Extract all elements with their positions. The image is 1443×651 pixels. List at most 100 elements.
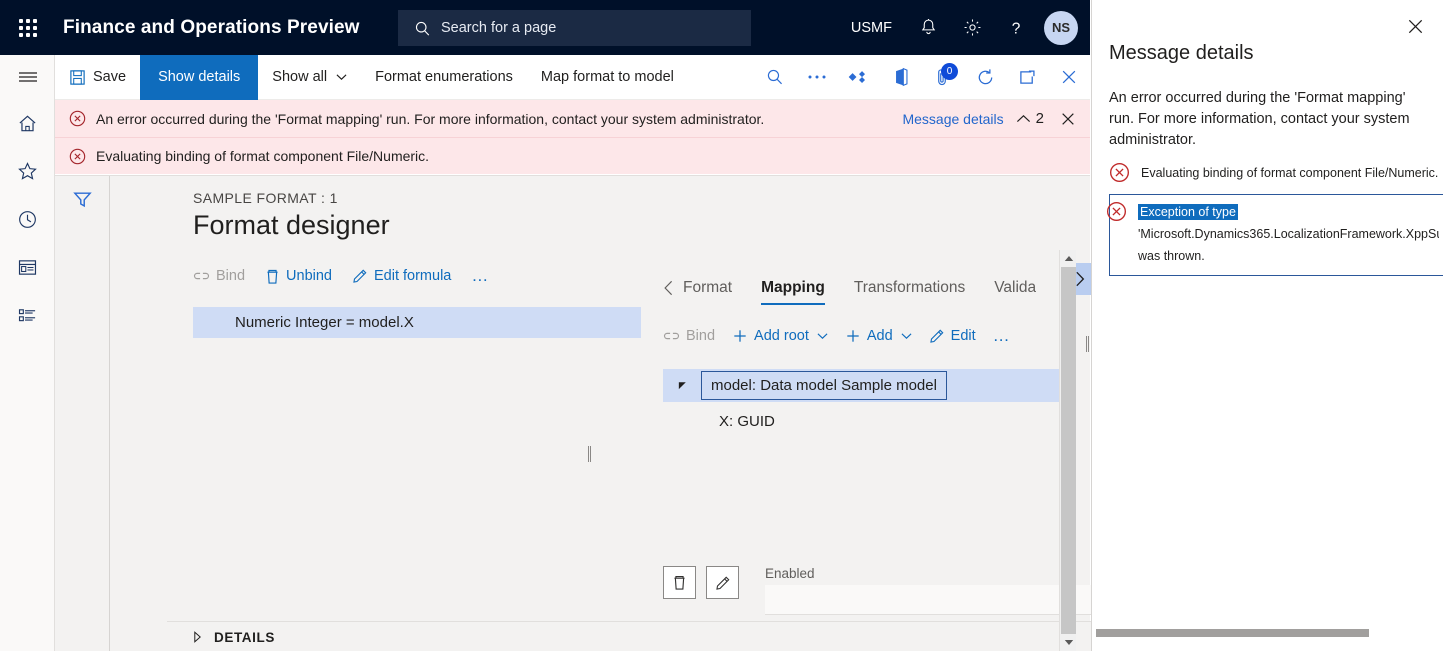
bind-button[interactable]: Bind [193,268,245,284]
sidebar-item-recent[interactable] [0,195,55,243]
search-placeholder-text: Search for a page [441,20,556,36]
edit-label: Edit [951,328,976,344]
settings-gear-icon[interactable] [950,0,994,55]
avatar[interactable]: NS [1044,11,1078,45]
details-section-header[interactable]: DETAILS [167,621,1146,651]
add-button[interactable]: Add [845,328,912,344]
trash-icon [265,268,280,285]
sidebar-item-hamburger[interactable] [0,55,55,99]
error-circle-icon [1106,201,1127,227]
search-input[interactable]: Search for a page [398,10,751,46]
edit-field-button[interactable] [706,566,739,599]
notifications-bell-icon[interactable] [906,0,950,55]
pencil-icon [352,268,368,284]
format-enumerations-label: Format enumerations [375,69,513,85]
message-details-flyout: Message details An error occurred during… [1091,0,1443,651]
link-icon [193,270,210,282]
save-button[interactable]: Save [55,55,140,100]
relate-icon[interactable] [838,55,880,100]
company-selector[interactable]: USMF [837,0,906,55]
flyout-message-text: Evaluating binding of format component F… [1141,162,1438,184]
show-details-button[interactable]: Show details [140,55,258,100]
message-count: 2 [1036,110,1044,127]
flyout-scrollbar-thumb[interactable] [1096,629,1369,637]
sidebar-item-modules[interactable] [0,291,55,339]
add-root-label: Add root [754,328,809,344]
search-icon [414,20,431,37]
close-icon[interactable] [1048,55,1090,100]
tab-back-format[interactable]: Format [663,279,732,305]
message-text-primary: An error occurred during the 'Format map… [96,111,764,127]
show-all-label: Show all [272,69,327,85]
flyout-close-icon[interactable] [1399,10,1431,42]
map-format-to-model-label: Map format to model [541,69,674,85]
refresh-icon[interactable] [964,55,1006,100]
enabled-field-wrapper: Enabled [765,566,1093,615]
message-text-secondary: Evaluating binding of format component F… [96,148,429,164]
attachment-icon[interactable]: 0 [922,55,964,100]
format-enumerations-button[interactable]: Format enumerations [361,55,527,100]
format-tree-pane: Bind Unbind Edit formula … Numeric Integ… [193,261,643,338]
enabled-field-input[interactable] [765,585,1093,615]
scrollbar-thumb[interactable] [1061,267,1076,634]
error-circle-icon [1109,162,1130,188]
add-root-button[interactable]: Add root [732,328,828,344]
sidebar-item-home[interactable] [0,99,55,147]
edit-formula-button[interactable]: Edit formula [352,268,451,284]
mapping-overflow-icon[interactable]: … [993,326,1012,346]
format-tree-overflow-icon[interactable]: … [471,266,490,286]
flyout-message-item-selected[interactable]: Exception of type 'Microsoft.Dynamics365… [1109,194,1443,276]
details-section-label: DETAILS [214,630,275,645]
flyout-horizontal-scrollbar[interactable] [1096,629,1436,637]
flyout-title: Message details [1109,42,1254,65]
filter-strip [55,176,110,651]
top-navigation-bar: Finance and Operations Preview Search fo… [0,0,1090,55]
mapping-bind-button[interactable]: Bind [663,328,715,344]
tab-mapping[interactable]: Mapping [761,279,825,305]
office-icon[interactable] [880,55,922,100]
app-launcher-icon[interactable] [0,0,55,55]
scroll-up-icon[interactable] [1060,250,1077,267]
plus-icon [732,328,748,344]
enabled-field-label: Enabled [765,566,1093,581]
flyout-message-list: Evaluating binding of format component F… [1109,158,1443,276]
main-vertical-scrollbar[interactable] [1059,250,1076,651]
filter-icon[interactable] [55,176,110,222]
overflow-dots-icon[interactable] [796,55,838,100]
model-tree-child-row[interactable]: X: GUID [719,413,775,430]
tab-validations[interactable]: Validations [994,279,1036,305]
edit-formula-button-label: Edit formula [374,268,451,284]
map-format-to-model-button[interactable]: Map format to model [527,55,688,100]
edit-button[interactable]: Edit [929,328,976,344]
sidebar-item-workspaces[interactable] [0,243,55,291]
flyout-exception-highlight: Exception of type [1138,204,1238,220]
svg-text:?: ? [1012,20,1021,37]
message-details-link[interactable]: Message details [902,111,1003,127]
pane-splitter-left[interactable] [588,446,591,462]
search-icon[interactable] [754,55,796,100]
pane-splitter-flyout[interactable] [1086,336,1089,352]
message-bar-row-secondary: Evaluating binding of format component F… [55,137,1090,174]
message-bar-close-icon[interactable] [1056,111,1080,127]
message-bar: An error occurred during the 'Format map… [55,100,1090,174]
open-in-new-window-icon[interactable] [1006,55,1048,100]
delete-field-button[interactable] [663,566,696,599]
flyout-message-item[interactable]: Evaluating binding of format component F… [1109,158,1443,192]
scroll-down-icon[interactable] [1060,634,1077,651]
unbind-button[interactable]: Unbind [265,268,332,285]
mapping-command-bar: Bind Add root Add Edit [663,319,1083,353]
help-icon[interactable]: ? [994,0,1038,55]
format-tree-selected-row[interactable]: Numeric Integer = model.X [193,307,641,338]
field-editor-row: Enabled [663,566,1093,615]
app-title: Finance and Operations Preview [63,17,360,39]
tab-transformations[interactable]: Transformations [854,279,965,305]
sidebar-item-favorites[interactable] [0,147,55,195]
model-tree: model: Data model Sample model X: GUID [663,369,1073,494]
show-all-dropdown[interactable]: Show all [258,55,361,100]
message-bar-row-primary: An error occurred during the 'Format map… [55,100,1090,137]
model-tree-root-label[interactable]: model: Data model Sample model [701,371,947,400]
model-tree-root-row[interactable]: model: Data model Sample model [663,369,1063,402]
chevron-up-icon [1016,114,1031,123]
message-collapse-toggle[interactable]: 2 [1016,110,1044,127]
expander-collapse-icon[interactable] [663,380,701,391]
